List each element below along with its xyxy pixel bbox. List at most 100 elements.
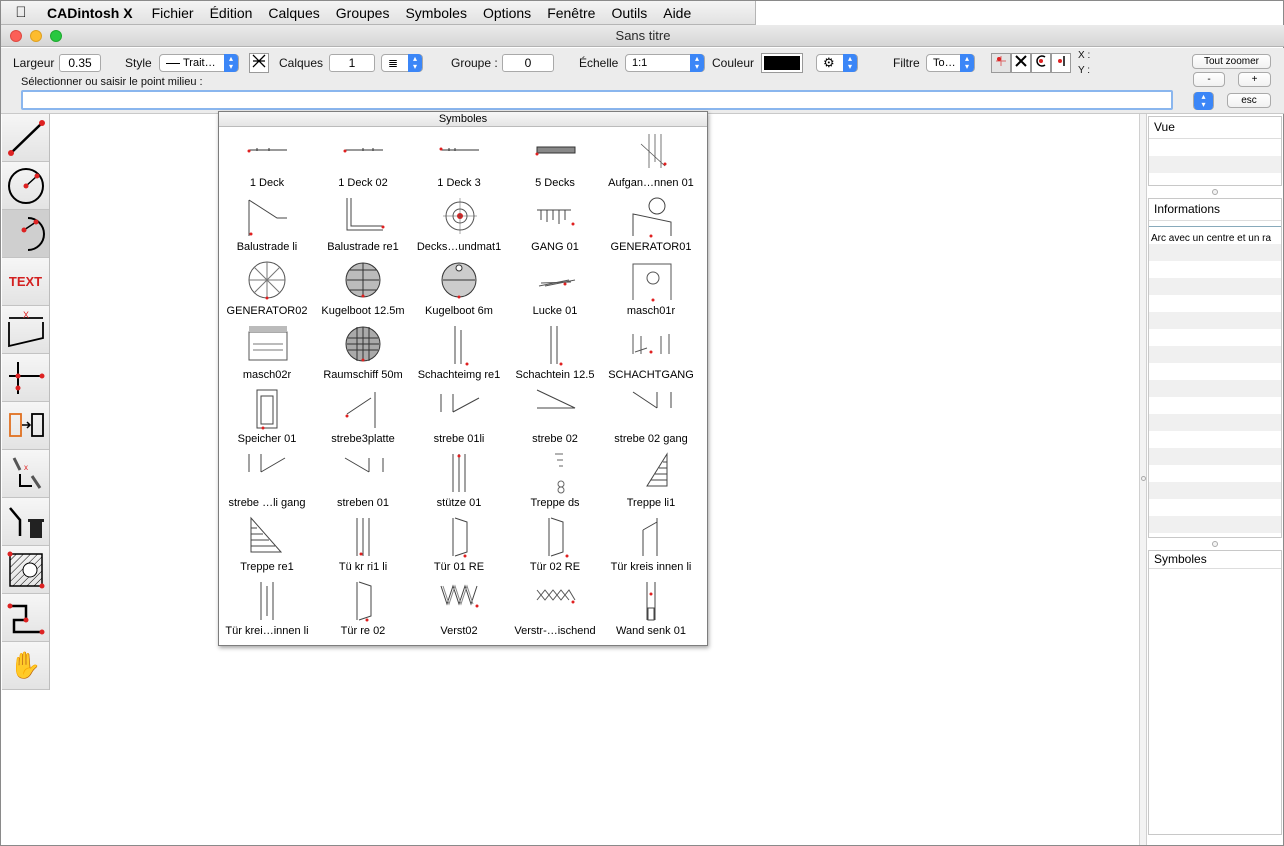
symbol-label: Kugelboot 6m (425, 305, 493, 317)
menu-outils[interactable]: Outils (611, 5, 647, 21)
symbol-item[interactable]: Tür 02 RE (507, 512, 603, 576)
vue-list[interactable] (1149, 139, 1281, 185)
symbol-item[interactable]: Verstr-…ischend (507, 576, 603, 640)
line-tool[interactable] (2, 114, 49, 162)
edit-tool[interactable]: x (2, 450, 49, 498)
escape-button[interactable]: esc (1227, 93, 1271, 108)
dimension-tool[interactable]: X (2, 306, 49, 354)
symbol-item[interactable]: Tür re 02 (315, 576, 411, 640)
menu-aide[interactable]: Aide (663, 5, 691, 21)
menu-groupes[interactable]: Groupes (336, 5, 390, 21)
symbol-item[interactable]: Lucke 01 (507, 256, 603, 320)
line-pattern-button[interactable] (249, 53, 269, 73)
snap-center-button[interactable] (1031, 53, 1051, 73)
snap-endpoint-button[interactable] (1051, 53, 1071, 73)
symbol-item[interactable]: Aufgan…nnen 01 (603, 128, 699, 192)
minimize-window-button[interactable] (30, 30, 42, 42)
arc-tool[interactable] (2, 210, 49, 258)
symbol-item[interactable]: Tür 01 RE (411, 512, 507, 576)
panel-divider[interactable] (1212, 189, 1218, 195)
filtre-select[interactable]: To… ▴ ▾ (926, 54, 975, 72)
panel-divider[interactable] (1212, 541, 1218, 547)
symbol-item[interactable]: 1 Deck (219, 128, 315, 192)
symbol-item[interactable]: stütze 01 (411, 448, 507, 512)
copy-tool[interactable] (2, 402, 49, 450)
symbol-item[interactable]: Schachteimg re1 (411, 320, 507, 384)
menu-calques[interactable]: Calques (268, 5, 319, 21)
menu-options[interactable]: Options (483, 5, 531, 21)
cross-pattern-icon (252, 54, 266, 68)
symbol-item[interactable]: GENERATOR01 (603, 192, 699, 256)
symbol-item[interactable]: Treppe re1 (219, 512, 315, 576)
command-input[interactable] (21, 90, 1173, 110)
intersection-tool-icon (9, 362, 45, 394)
palette-title[interactable]: Symboles (219, 112, 707, 127)
menu-fichier[interactable]: Fichier (152, 5, 194, 21)
symbol-item[interactable]: Tü kr ri1 li (315, 512, 411, 576)
splitter-handle[interactable] (1141, 476, 1146, 481)
settings-select[interactable]: ⚙ ▴ ▾ (816, 54, 858, 72)
splitter[interactable] (1139, 114, 1147, 845)
echelle-select[interactable]: 1:1 ▴ ▾ (625, 54, 705, 72)
color-well[interactable] (761, 53, 803, 73)
symbol-item[interactable]: masch02r (219, 320, 315, 384)
style-select[interactable]: Trait… ▴ ▾ (159, 54, 239, 72)
calques-field[interactable]: 1 (329, 54, 375, 72)
symbol-item[interactable]: Speicher 01 (219, 384, 315, 448)
text-tool[interactable]: TEXT (2, 258, 49, 306)
symbol-item[interactable]: 1 Deck 3 (411, 128, 507, 192)
symbol-thumbnail (441, 262, 477, 299)
largeur-field[interactable]: 0.35 (59, 54, 101, 72)
menu-symboles[interactable]: Symboles (405, 5, 466, 21)
symbol-item[interactable]: GANG 01 (507, 192, 603, 256)
circle-tool[interactable] (2, 162, 49, 210)
symbol-item[interactable]: streben 01 (315, 448, 411, 512)
symbol-item[interactable]: SCHACHTGANG (603, 320, 699, 384)
symbol-item[interactable]: strebe 02 gang (603, 384, 699, 448)
pan-tool[interactable]: ✋ (2, 642, 49, 690)
polyline-tool[interactable] (2, 594, 49, 642)
intersection-tool[interactable] (2, 354, 49, 402)
symbol-item[interactable]: Kugelboot 6m (411, 256, 507, 320)
menu-app-name[interactable]: CADintosh X (47, 5, 133, 21)
symbol-item[interactable]: Tür kreis innen li (603, 512, 699, 576)
zoom-window-button[interactable] (50, 30, 62, 42)
symbol-item[interactable]: Treppe li1 (603, 448, 699, 512)
symbol-thumbnail (343, 148, 383, 153)
symbol-item[interactable]: 1 Deck 02 (315, 128, 411, 192)
apple-icon[interactable]:  (1, 4, 41, 21)
snap-grid-button[interactable] (991, 53, 1011, 73)
symbol-item[interactable]: strebe 01li (411, 384, 507, 448)
symbol-item[interactable]: Balustrade li (219, 192, 315, 256)
symbol-item[interactable]: GENERATOR02 (219, 256, 315, 320)
symbol-item[interactable]: Wand senk 01 (603, 576, 699, 640)
symbol-item[interactable]: Raumschiff 50m (315, 320, 411, 384)
symbol-item[interactable]: Decks…undmat1 (411, 192, 507, 256)
hatch-tool[interactable] (2, 546, 49, 594)
symbol-item[interactable]: 5 Decks (507, 128, 603, 192)
symbol-item[interactable]: Treppe ds (507, 448, 603, 512)
delete-tool[interactable] (2, 498, 49, 546)
symbol-item[interactable]: strebe …li gang (219, 448, 315, 512)
groupe-field[interactable]: 0 (502, 54, 554, 72)
zoom-out-button[interactable]: - (1193, 72, 1225, 87)
dimension-tool-icon: X (8, 310, 44, 348)
history-select[interactable]: ▴ ▾ (1193, 92, 1214, 110)
symbol-item[interactable]: Balustrade re1 (315, 192, 411, 256)
symbol-item[interactable]: Verst02 (411, 576, 507, 640)
calques-select[interactable]: ≣ ▴ ▾ (381, 54, 423, 72)
symbol-item[interactable]: Tür krei…innen li (219, 576, 315, 640)
close-window-button[interactable] (10, 30, 22, 42)
menu-edition[interactable]: Édition (210, 5, 253, 21)
zoom-all-button[interactable]: Tout zoomer (1192, 54, 1271, 69)
symbol-item[interactable]: strebe3platte (315, 384, 411, 448)
snap-intersection-button[interactable] (1011, 53, 1031, 73)
symbol-item[interactable]: Schachtein 12.5 (507, 320, 603, 384)
symbol-item[interactable]: strebe 02 (507, 384, 603, 448)
menu-fenetre[interactable]: Fenêtre (547, 5, 595, 21)
style-label: Style (125, 56, 152, 70)
symbol-item[interactable]: Kugelboot 12.5m (315, 256, 411, 320)
symbol-item[interactable]: masch01r (603, 256, 699, 320)
symbol-thumbnail (250, 516, 283, 553)
zoom-in-button[interactable]: + (1238, 72, 1271, 87)
